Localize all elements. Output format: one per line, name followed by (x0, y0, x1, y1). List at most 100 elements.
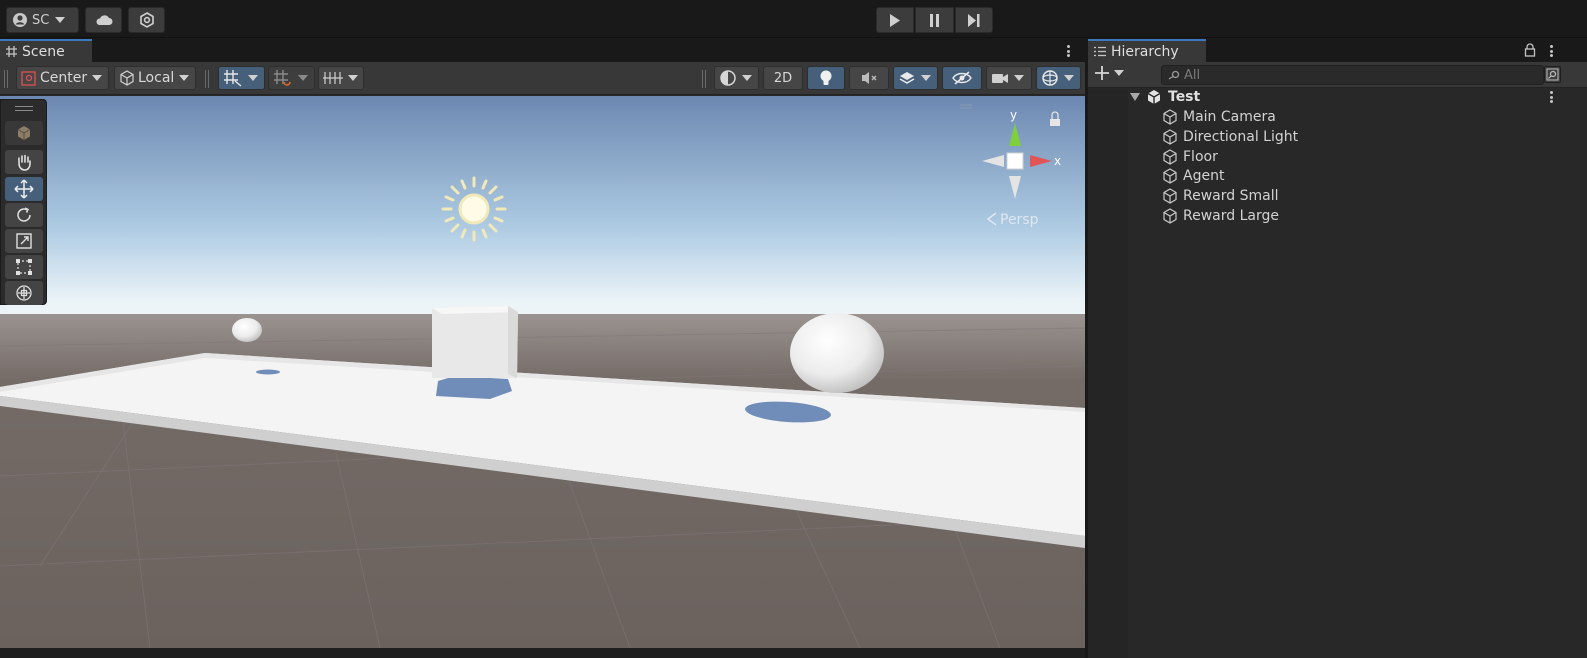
cube-icon (17, 126, 31, 140)
scale-tool-button[interactable] (5, 229, 43, 253)
search-by-type-button[interactable] (1544, 66, 1561, 83)
hierarchy-item[interactable]: Floor (1088, 147, 1587, 167)
toolbar-grip-icon[interactable] (205, 70, 209, 88)
hierarchy-tabstrip: Hierarchy (1088, 39, 1587, 62)
account-label: SC (32, 12, 50, 28)
audio-mute-icon (862, 72, 877, 84)
hand-tool-button[interactable] (5, 150, 43, 174)
step-button[interactable] (954, 7, 993, 33)
pause-icon (929, 13, 939, 27)
collab-button[interactable] (128, 7, 165, 33)
gizmos-dropdown[interactable] (1036, 66, 1081, 90)
play-button[interactable] (876, 7, 915, 33)
account-icon (13, 13, 27, 27)
hand-icon (18, 154, 31, 171)
tools-overlay (0, 99, 47, 305)
scene-tab-label: Scene (22, 43, 65, 60)
hierarchy-tab-label: Hierarchy (1111, 43, 1179, 60)
eye-hidden-icon (952, 71, 972, 85)
hierarchy-item[interactable]: Main Camera (1088, 107, 1587, 127)
cloud-button[interactable] (85, 7, 122, 33)
chevron-down-icon (179, 75, 190, 81)
pivot-mode-dropdown[interactable]: Center (16, 66, 109, 90)
expand-arrow-icon[interactable] (1130, 93, 1140, 101)
rotate-tool-button[interactable] (5, 203, 43, 227)
gameobject-cube-icon (1163, 109, 1177, 125)
gameobject-cube-icon (1163, 129, 1177, 145)
gizmo-y-label: y (1010, 108, 1017, 122)
gameobject-cube-icon (1163, 168, 1177, 185)
chevron-down-icon (55, 17, 66, 23)
scene-viewport[interactable]: y x Persp (0, 96, 1085, 648)
move-tool-button[interactable] (5, 177, 43, 201)
pivot-rotation-dropdown[interactable]: Local (114, 66, 196, 90)
scene-visibility-toggle[interactable] (942, 66, 982, 90)
hierarchy-item-label: Main Camera (1183, 109, 1276, 125)
hierarchy-item[interactable]: Agent (1088, 166, 1587, 186)
plus-icon (1095, 66, 1109, 80)
lightbulb-icon (820, 70, 832, 85)
view-tool-button[interactable] (5, 121, 43, 145)
main-toolbar: SC (0, 0, 1587, 38)
tab-hierarchy[interactable]: Hierarchy (1088, 39, 1206, 62)
scene-render[interactable] (0, 96, 1085, 648)
search-input[interactable] (1184, 67, 1524, 83)
perspective-icon (986, 212, 997, 226)
gameobject-cube-icon (1163, 148, 1177, 165)
create-dropdown[interactable] (1095, 66, 1124, 80)
hierarchy-menu-icon[interactable] (1546, 43, 1556, 59)
pivot-center-icon (21, 71, 36, 86)
chevron-down-icon (92, 75, 103, 81)
toolbar-grip-icon[interactable] (4, 70, 8, 88)
chevron-down-icon (921, 75, 931, 81)
increment-snap-toggle[interactable] (268, 66, 315, 90)
audio-toggle[interactable] (849, 66, 889, 90)
lock-icon[interactable] (1051, 111, 1059, 119)
shaded-sphere-icon (720, 70, 736, 86)
chevron-down-icon (1114, 70, 1124, 76)
chevron-down-icon (298, 75, 308, 81)
tab-scene[interactable]: Scene (0, 39, 92, 62)
local-cube-icon (120, 70, 134, 86)
grid-visibility-toggle[interactable] (318, 66, 364, 90)
grid-snapping-toggle[interactable] (218, 66, 265, 90)
cloud-icon (95, 15, 112, 25)
scene-menu-icon[interactable] (1063, 43, 1073, 59)
orientation-gizmo[interactable]: y x Persp (952, 101, 1080, 231)
transform-tool-button[interactable] (5, 281, 43, 305)
pause-button[interactable] (915, 7, 954, 33)
gizmo-grip-icon[interactable] (952, 104, 972, 109)
hierarchy-item-label: Reward Large (1183, 208, 1279, 224)
chevron-down-icon (348, 75, 358, 81)
scene-name-label: Test (1168, 89, 1201, 105)
scene-toolbar: Center Local 2D (0, 62, 1085, 95)
gizmo-axes[interactable] (982, 123, 1052, 199)
scene-tabstrip: Scene (0, 39, 1085, 62)
grid-hash-icon (6, 46, 17, 57)
scene-row-menu-icon[interactable] (1546, 89, 1556, 105)
rect-tool-button[interactable] (5, 255, 43, 279)
draw-mode-dropdown[interactable] (714, 66, 759, 90)
rect-transform-icon (16, 259, 32, 275)
hierarchy-item[interactable]: Reward Large (1088, 206, 1587, 226)
account-dropdown[interactable]: SC (6, 7, 79, 33)
hierarchy-tree: Test Main Camera Directional Light Floor Ag… (1088, 89, 1587, 658)
toolbar-grip-icon[interactable] (702, 70, 706, 88)
hierarchy-scene-row[interactable]: Test (1088, 87, 1587, 107)
rotate-icon (17, 207, 31, 222)
search-field[interactable] (1161, 65, 1544, 85)
overlay-grip-icon[interactable] (15, 106, 33, 111)
hierarchy-toolbar (1088, 62, 1587, 88)
lock-icon[interactable] (1524, 43, 1536, 57)
camera-mode-label[interactable]: Persp (1000, 212, 1039, 228)
hierarchy-item[interactable]: Directional Light (1088, 127, 1587, 147)
scene-bottom-edge (0, 648, 1085, 658)
camera-settings-dropdown[interactable] (986, 66, 1032, 90)
hierarchy-item[interactable]: Reward Small (1088, 186, 1587, 206)
effects-dropdown[interactable] (893, 66, 938, 90)
2d-mode-label: 2D (773, 70, 793, 86)
lighting-toggle[interactable] (807, 66, 845, 90)
search-window-icon (1546, 68, 1559, 81)
hierarchy-item-label: Floor (1183, 148, 1218, 165)
2d-mode-toggle[interactable]: 2D (763, 66, 803, 90)
